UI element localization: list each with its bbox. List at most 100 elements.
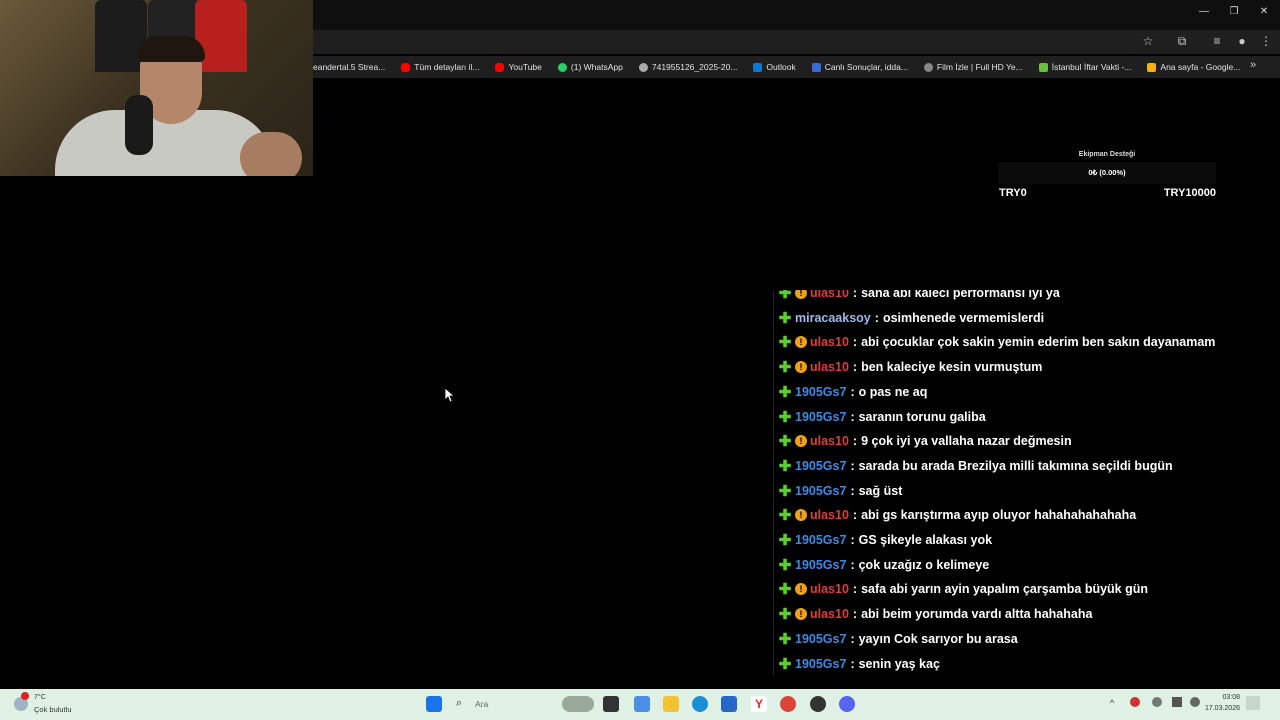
chat-separator: : [850,557,855,572]
chat-message: ✚! ulas10: abi beim yorumda vardı altta ha… [778,602,1093,626]
chat-username[interactable]: 1905Gs7 [795,484,846,498]
bookmark-star-icon[interactable]: ☆ [1140,34,1156,48]
tray-expand-icon[interactable]: ^ [1110,698,1114,708]
bookmarks-overflow-icon[interactable]: » [1250,59,1256,71]
tray-app-icon[interactable] [1130,697,1140,707]
chat-username[interactable]: 1905Gs7 [795,533,846,547]
copilot-icon[interactable] [634,696,650,712]
outlook-icon [753,62,763,72]
clock-date[interactable]: 17.03.2026 [1200,705,1240,712]
more-menu-icon[interactable]: ⋮ [1258,34,1274,48]
chat-text: o pas ne aq [858,384,928,399]
bookmark-item[interactable]: İstanbul İftar Vakti -... [1038,62,1131,72]
bookmark-item[interactable]: Film İzle | Full HD Ye... [923,62,1023,72]
plus-badge-icon: ✚ [778,556,792,574]
weather-temp: 7°C [34,694,46,701]
tray-volume-icon[interactable] [1172,697,1182,707]
plus-badge-icon: ✚ [778,309,792,327]
restore-icon[interactable]: ❐ [1226,6,1242,17]
chat-separator: : [850,656,855,671]
chat-separator: : [850,458,855,473]
chat-username[interactable]: ulas10 [810,607,849,621]
bookmark-item[interactable]: Outlook [753,62,796,72]
bookmark-item[interactable]: (1) WhatsApp [557,62,623,72]
chat-separator: : [852,290,858,300]
chat-text: senin yaş kaç [858,656,940,671]
whatsapp-icon [557,62,567,72]
weather-desc: Çok bulutlu [34,705,72,714]
taskbar-search-input[interactable]: Ara [475,699,488,709]
bookmark-item[interactable]: Tüm detayları il... [401,62,479,72]
extensions-icon[interactable]: ⧉ [1174,34,1190,49]
media-control-icon[interactable]: ≡ [1209,34,1225,48]
plus-badge-icon: ✚ [778,359,792,377]
chrome-icon[interactable] [780,696,796,712]
search-icon[interactable]: ⌕ [456,697,462,710]
chat-username[interactable]: miracaaksoy [795,311,871,325]
plus-badge-icon: ✚ [778,655,792,673]
chat-username[interactable]: 1905Gs7 [795,632,846,646]
chat-username[interactable]: ulas10 [810,434,849,448]
chat-message: ✚! ulas10: abi çocuklar çok sakin yemin ed… [778,330,1216,354]
warning-badge-icon: ! [795,361,807,374]
bookmark-item[interactable]: 741955126_2025-20... [638,62,737,72]
chat-username[interactable]: 1905Gs7 [795,459,846,473]
chat-text: osimhenede vermemislerdi [882,310,1045,325]
chat-username[interactable]: ulas10 [810,290,849,300]
chat-message: ✚! ulas10:9 çok iyi ya vallaha nazar değm… [778,429,1072,453]
chat-message: ✚ 1905Gs7: sarada bu arada Brezilya milli … [778,454,1173,478]
edge-icon[interactable] [692,696,708,712]
discord-icon[interactable] [839,696,855,712]
chat-username[interactable]: ulas10 [810,360,849,374]
chat-message: ✚ 1905Gs7: GS şikeyle alakası yok [778,528,992,552]
plus-badge-icon: ✚ [778,408,792,426]
mouse-cursor-icon [445,388,455,403]
windows-start-icon[interactable] [426,696,442,712]
file-explorer-icon[interactable] [663,696,679,712]
widgets-icon[interactable] [562,696,594,712]
chat-username[interactable]: 1905Gs7 [795,410,846,424]
tray-settings-icon[interactable] [1190,697,1200,707]
tray-network-icon[interactable] [1152,697,1162,707]
yandex-icon[interactable]: Y [751,696,767,712]
chat-username[interactable]: ulas10 [810,508,849,522]
minimize-icon[interactable]: — [1196,6,1212,17]
globe-icon [638,62,648,72]
bookmark-item[interactable]: Ana sayfa - Google... [1147,62,1240,72]
plus-badge-icon: ✚ [778,433,792,451]
app-icon[interactable] [810,696,826,712]
goal-max: TRY10000 [1163,187,1216,199]
warning-badge-icon: ! [795,583,807,596]
chat-username[interactable]: 1905Gs7 [795,385,846,399]
chat-separator: : [852,335,858,350]
bookmark-item[interactable]: Canlı Sonuçlar, idda... [811,62,908,72]
chat-separator: : [850,533,855,547]
profile-avatar-icon[interactable]: ● [1234,34,1250,48]
chat-username[interactable]: ulas10 [810,335,849,349]
chat-separator: : [874,310,879,325]
task-view-icon[interactable] [603,696,619,712]
chat-text: çok uzağız o kelimeye [858,557,990,572]
clock-time[interactable]: 03:08 [1200,694,1240,701]
notification-icon[interactable] [1246,696,1260,710]
chat-message: ✚ 1905Gs7: saranın torunu galiba [778,405,986,429]
bookmarks-bar: eandertal.5 Strea... Tüm detayları il...… [313,56,1280,78]
chat-message: ✚! ulas10: safa abi yarın ayin yapalım çar… [778,577,1148,601]
chat-message: ✚ 1905Gs7: o pas ne aq [778,380,928,404]
chat-text: yayın Cok sarıyor bu arasa [858,631,1018,646]
close-icon[interactable]: ✕ [1256,6,1272,17]
store-icon[interactable] [721,696,737,712]
bookmark-item[interactable]: YouTube [495,62,542,72]
chat-username[interactable]: 1905Gs7 [795,657,846,671]
chat-message: ✚! ulas10: abi gs karıştırma ayıp oluyor h… [778,503,1136,527]
chat-username[interactable]: 1905Gs7 [795,558,846,572]
film-icon [923,62,933,72]
chat-message: ✚! ulas10: ben kaleciye kesin vurmuştum [778,355,1043,379]
chat-separator: : [850,631,855,646]
chat-username[interactable]: ulas10 [810,582,849,596]
chat-text: sağ üst [858,483,903,498]
warning-badge-icon: ! [795,509,807,522]
bookmark-item[interactable]: eandertal.5 Strea... [313,62,385,72]
chat-separator: : [850,384,855,399]
chat-text: safa abi yarın ayin yapalım çarşamba büy… [861,582,1149,597]
